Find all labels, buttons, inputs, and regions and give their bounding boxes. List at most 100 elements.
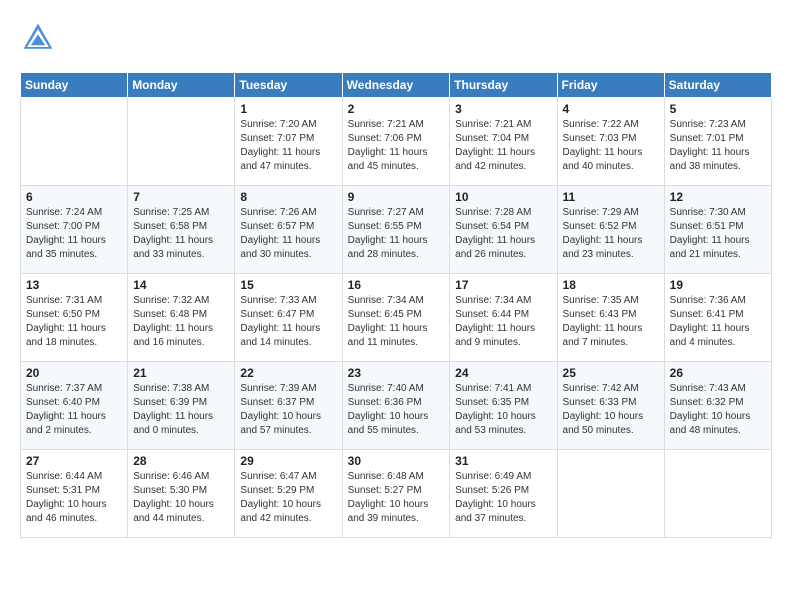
- day-info: Sunrise: 7:23 AM Sunset: 7:01 PM Dayligh…: [670, 118, 766, 174]
- calendar-cell: [664, 450, 771, 538]
- calendar-day-header: Tuesday: [235, 73, 342, 98]
- calendar-header-row: SundayMondayTuesdayWednesdayThursdayFrid…: [21, 73, 772, 98]
- calendar-day-header: Monday: [128, 73, 235, 98]
- day-info: Sunrise: 7:37 AM Sunset: 6:40 PM Dayligh…: [26, 382, 122, 438]
- day-number: 20: [26, 366, 122, 380]
- day-number: 18: [563, 278, 659, 292]
- day-number: 13: [26, 278, 122, 292]
- calendar-cell: 22Sunrise: 7:39 AM Sunset: 6:37 PM Dayli…: [235, 362, 342, 450]
- day-number: 3: [455, 102, 551, 116]
- calendar-cell: 28 Sunrise: 6:46 AM Sunset: 5:30 PM Dayli…: [128, 450, 235, 538]
- calendar-cell: 1 Sunrise: 7:20 AM Sunset: 7:07 PM Daylig…: [235, 98, 342, 186]
- calendar-day-header: Sunday: [21, 73, 128, 98]
- calendar-cell: 9 Sunrise: 7:27 AM Sunset: 6:55 PM Daylig…: [342, 186, 450, 274]
- calendar-cell: 26 Sunrise: 7:43 AM Sunset: 6:32 PM Dayli…: [664, 362, 771, 450]
- day-number: 31: [455, 454, 551, 468]
- calendar-cell: [557, 450, 664, 538]
- page-header: [20, 20, 772, 56]
- day-info: Sunrise: 7:43 AM Sunset: 6:32 PM Dayligh…: [670, 382, 766, 438]
- calendar-cell: 27 Sunrise: 6:44 AM Sunset: 5:31 PM Dayli…: [21, 450, 128, 538]
- day-info: Sunrise: 7:32 AM Sunset: 6:48 PM Dayligh…: [133, 294, 229, 350]
- calendar-cell: 23 Sunrise: 7:40 AM Sunset: 6:36 PM Dayli…: [342, 362, 450, 450]
- day-info: Sunrise: 7:24 AM Sunset: 7:00 PM Dayligh…: [26, 206, 122, 262]
- day-info: Sunrise: 7:28 AM Sunset: 6:54 PM Dayligh…: [455, 206, 551, 262]
- day-number: 30: [348, 454, 445, 468]
- calendar-cell: 14 Sunrise: 7:32 AM Sunset: 6:48 PM Dayli…: [128, 274, 235, 362]
- calendar-cell: [128, 98, 235, 186]
- day-info: Sunrise: 6:49 AM Sunset: 5:26 PM Dayligh…: [455, 470, 551, 526]
- calendar-week-row: 13Sunrise: 7:31 AM Sunset: 6:50 PM Dayli…: [21, 274, 772, 362]
- day-number: 4: [563, 102, 659, 116]
- day-info: Sunrise: 6:47 AM Sunset: 5:29 PM Dayligh…: [240, 470, 336, 526]
- day-number: 12: [670, 190, 766, 204]
- calendar-cell: 20 Sunrise: 7:37 AM Sunset: 6:40 PM Dayli…: [21, 362, 128, 450]
- day-info: Sunrise: 7:21 AM Sunset: 7:04 PM Dayligh…: [455, 118, 551, 174]
- calendar-cell: 5Sunrise: 7:23 AM Sunset: 7:01 PM Daylig…: [664, 98, 771, 186]
- day-number: 21: [133, 366, 229, 380]
- calendar-cell: 19Sunrise: 7:36 AM Sunset: 6:41 PM Dayli…: [664, 274, 771, 362]
- day-number: 7: [133, 190, 229, 204]
- day-number: 16: [348, 278, 445, 292]
- day-info: Sunrise: 7:29 AM Sunset: 6:52 PM Dayligh…: [563, 206, 659, 262]
- day-info: Sunrise: 6:44 AM Sunset: 5:31 PM Dayligh…: [26, 470, 122, 526]
- day-info: Sunrise: 6:48 AM Sunset: 5:27 PM Dayligh…: [348, 470, 445, 526]
- day-info: Sunrise: 7:41 AM Sunset: 6:35 PM Dayligh…: [455, 382, 551, 438]
- day-info: Sunrise: 7:27 AM Sunset: 6:55 PM Dayligh…: [348, 206, 445, 262]
- calendar-cell: 7 Sunrise: 7:25 AM Sunset: 6:58 PM Daylig…: [128, 186, 235, 274]
- day-number: 14: [133, 278, 229, 292]
- day-number: 6: [26, 190, 122, 204]
- day-info: Sunrise: 7:25 AM Sunset: 6:58 PM Dayligh…: [133, 206, 229, 262]
- calendar-cell: 18Sunrise: 7:35 AM Sunset: 6:43 PM Dayli…: [557, 274, 664, 362]
- calendar-cell: 15 Sunrise: 7:33 AM Sunset: 6:47 PM Dayli…: [235, 274, 342, 362]
- calendar-week-row: 20 Sunrise: 7:37 AM Sunset: 6:40 PM Dayli…: [21, 362, 772, 450]
- day-number: 2: [348, 102, 445, 116]
- logo: [20, 20, 62, 56]
- calendar-cell: 12 Sunrise: 7:30 AM Sunset: 6:51 PM Dayli…: [664, 186, 771, 274]
- day-number: 9: [348, 190, 445, 204]
- day-info: Sunrise: 7:34 AM Sunset: 6:44 PM Dayligh…: [455, 294, 551, 350]
- calendar-day-header: Friday: [557, 73, 664, 98]
- calendar-cell: 25Sunrise: 7:42 AM Sunset: 6:33 PM Dayli…: [557, 362, 664, 450]
- day-info: Sunrise: 6:46 AM Sunset: 5:30 PM Dayligh…: [133, 470, 229, 526]
- calendar-cell: [21, 98, 128, 186]
- calendar-day-header: Thursday: [450, 73, 557, 98]
- day-info: Sunrise: 7:26 AM Sunset: 6:57 PM Dayligh…: [240, 206, 336, 262]
- logo-icon: [20, 20, 56, 56]
- day-number: 23: [348, 366, 445, 380]
- day-number: 8: [240, 190, 336, 204]
- calendar-cell: 30 Sunrise: 6:48 AM Sunset: 5:27 PM Dayli…: [342, 450, 450, 538]
- day-number: 26: [670, 366, 766, 380]
- calendar-cell: 10Sunrise: 7:28 AM Sunset: 6:54 PM Dayli…: [450, 186, 557, 274]
- calendar-cell: 21 Sunrise: 7:38 AM Sunset: 6:39 PM Dayli…: [128, 362, 235, 450]
- day-info: Sunrise: 7:36 AM Sunset: 6:41 PM Dayligh…: [670, 294, 766, 350]
- day-number: 24: [455, 366, 551, 380]
- calendar-cell: 4 Sunrise: 7:22 AM Sunset: 7:03 PM Daylig…: [557, 98, 664, 186]
- day-info: Sunrise: 7:21 AM Sunset: 7:06 PM Dayligh…: [348, 118, 445, 174]
- day-number: 1: [240, 102, 336, 116]
- calendar-table: SundayMondayTuesdayWednesdayThursdayFrid…: [20, 72, 772, 538]
- day-number: 11: [563, 190, 659, 204]
- day-info: Sunrise: 7:30 AM Sunset: 6:51 PM Dayligh…: [670, 206, 766, 262]
- day-info: Sunrise: 7:42 AM Sunset: 6:33 PM Dayligh…: [563, 382, 659, 438]
- calendar-cell: 29Sunrise: 6:47 AM Sunset: 5:29 PM Dayli…: [235, 450, 342, 538]
- day-info: Sunrise: 7:20 AM Sunset: 7:07 PM Dayligh…: [240, 118, 336, 174]
- day-info: Sunrise: 7:40 AM Sunset: 6:36 PM Dayligh…: [348, 382, 445, 438]
- calendar-cell: 17 Sunrise: 7:34 AM Sunset: 6:44 PM Dayli…: [450, 274, 557, 362]
- day-info: Sunrise: 7:34 AM Sunset: 6:45 PM Dayligh…: [348, 294, 445, 350]
- calendar-cell: 11 Sunrise: 7:29 AM Sunset: 6:52 PM Dayli…: [557, 186, 664, 274]
- day-number: 28: [133, 454, 229, 468]
- calendar-cell: 8 Sunrise: 7:26 AM Sunset: 6:57 PM Daylig…: [235, 186, 342, 274]
- calendar-cell: 6 Sunrise: 7:24 AM Sunset: 7:00 PM Daylig…: [21, 186, 128, 274]
- day-info: Sunrise: 7:33 AM Sunset: 6:47 PM Dayligh…: [240, 294, 336, 350]
- day-info: Sunrise: 7:22 AM Sunset: 7:03 PM Dayligh…: [563, 118, 659, 174]
- calendar-cell: 2 Sunrise: 7:21 AM Sunset: 7:06 PM Daylig…: [342, 98, 450, 186]
- calendar-week-row: 27 Sunrise: 6:44 AM Sunset: 5:31 PM Dayli…: [21, 450, 772, 538]
- day-number: 17: [455, 278, 551, 292]
- calendar-cell: 13Sunrise: 7:31 AM Sunset: 6:50 PM Dayli…: [21, 274, 128, 362]
- day-number: 15: [240, 278, 336, 292]
- day-info: Sunrise: 7:38 AM Sunset: 6:39 PM Dayligh…: [133, 382, 229, 438]
- calendar-cell: 3 Sunrise: 7:21 AM Sunset: 7:04 PM Daylig…: [450, 98, 557, 186]
- calendar-day-header: Saturday: [664, 73, 771, 98]
- calendar-cell: 24 Sunrise: 7:41 AM Sunset: 6:35 PM Dayli…: [450, 362, 557, 450]
- day-number: 27: [26, 454, 122, 468]
